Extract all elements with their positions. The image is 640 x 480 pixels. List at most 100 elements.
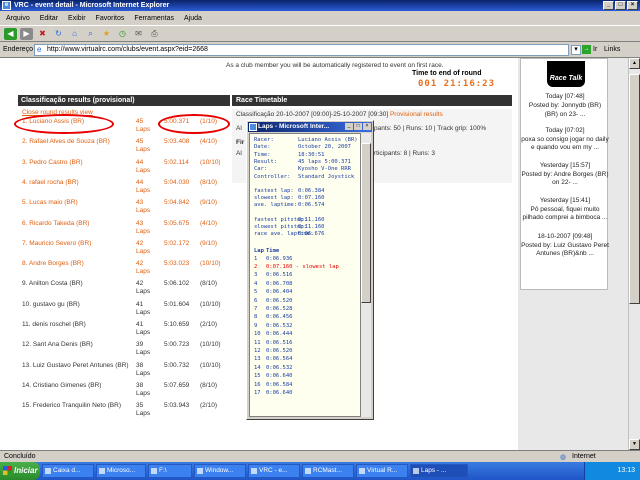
lap-number: 16 <box>254 381 261 388</box>
scroll-down-icon[interactable]: ▼ <box>629 439 640 450</box>
address-input[interactable]: e http://www.virtualrc.com/clubs/event.a… <box>34 44 569 56</box>
window-title: VRC - event detail - Microsoft Internet … <box>14 2 170 9</box>
racer-name[interactable]: 11. denis roschel (BR) <box>22 321 132 329</box>
racer-name[interactable]: 6. Ricardo Takeda (BR) <box>22 220 132 228</box>
lap-time: 0:06.640 <box>266 373 293 380</box>
taskbar-button[interactable]: Microso... <box>96 464 146 478</box>
racer-time[interactable]: 5:02.172 <box>164 240 189 248</box>
menu-favoritos[interactable]: Favoritos <box>96 15 125 22</box>
taskbar-button[interactable]: F:\ <box>148 464 192 478</box>
racer-name[interactable]: 5. Lucas maio (BR) <box>22 199 132 207</box>
racer-time[interactable]: 5:02.114 <box>164 159 189 167</box>
racer-time[interactable]: 5:03.943 <box>164 402 189 410</box>
racer-name[interactable]: 10. gustavo gu (BR) <box>22 301 132 309</box>
taskbar-button[interactable]: VRC - e... <box>248 464 300 478</box>
mail-icon[interactable]: ✉ <box>132 28 145 40</box>
racer-time[interactable]: 5:04.842 <box>164 199 189 207</box>
lap-number: 15 <box>254 373 261 380</box>
back-icon[interactable]: ◀ <box>4 27 17 40</box>
provisional-results-link[interactable]: Provisional results <box>390 111 443 118</box>
racer-name[interactable]: 14. Cristiano Gimenes (BR) <box>22 382 132 390</box>
laps-window-title: Laps - Microsoft Inter... <box>258 123 330 130</box>
taskbar-button[interactable]: Virtual R... <box>356 464 408 478</box>
lap-row: 2 0:07.160 - slowest lap <box>254 263 339 271</box>
page-icon: e <box>37 45 42 54</box>
pit-stat-key: race ave. laptime: <box>254 231 314 238</box>
laps-maximize-button[interactable]: □ <box>354 123 362 130</box>
laps-scrollbar[interactable] <box>361 133 371 417</box>
lap-time: 0:07.160 - slowest lap <box>266 264 339 270</box>
racer-time[interactable]: 5:03.023 <box>164 260 189 268</box>
racer-time[interactable]: 5:00.723 <box>164 341 189 349</box>
menu-ferramentas[interactable]: Ferramentas <box>134 15 174 22</box>
lap-row: 13 0:06.564 <box>254 355 293 363</box>
print-icon[interactable]: ⎙ <box>148 28 161 40</box>
racer-info-value: Kyosho V-One RRR <box>298 166 351 173</box>
post-time: Today [07:48] <box>545 93 585 100</box>
racer-time[interactable]: 5:10.659 <box>164 321 189 329</box>
racer-name[interactable]: 9. Anilton Costa (BR) <box>22 280 132 288</box>
racer-time[interactable]: 5:05.675 <box>164 220 189 228</box>
post-author[interactable]: Posted by: Luiz Gustavo Peret Antunes (B… <box>521 242 609 258</box>
task-label: VRC - e... <box>259 467 288 474</box>
racer-name[interactable]: 4. rafael rocha (BR) <box>22 179 132 187</box>
post-author[interactable]: Posted by: Jonnydb (BR) <box>521 102 609 110</box>
laps-close-button[interactable]: × <box>363 123 371 130</box>
racer-time[interactable]: 5:07.659 <box>164 382 189 390</box>
task-app-icon <box>99 468 105 474</box>
taskbar-button[interactable]: Window... <box>194 464 246 478</box>
racer-time[interactable]: 5:06.102 <box>164 280 189 288</box>
laps-minimize-button[interactable]: _ <box>345 123 353 130</box>
post-author[interactable]: Posted by: Andre Borges (BR) on 22- ... <box>521 171 609 187</box>
racer-time[interactable]: 5:04.030 <box>164 179 189 187</box>
racer-name[interactable]: 15. Frederico Tranquilin Neto (BR) <box>22 402 132 410</box>
links-button[interactable]: Links <box>604 44 620 56</box>
racer-time[interactable]: 5:01.604 <box>164 301 189 309</box>
racer-name[interactable]: 8. Andre Borges (BR) <box>22 260 132 268</box>
post-excerpt[interactable]: Pô pessoal, fiquei muito pilhado comprei… <box>521 206 609 222</box>
task-label: Laps - ... <box>421 467 447 474</box>
racer-time[interactable]: 5:00.732 <box>164 362 189 370</box>
racer-info: Result: 45 laps 5:00.371 <box>254 159 351 166</box>
taskbar-button[interactable]: Caixa d... <box>42 464 94 478</box>
pit-stat-value: 0:06.676 <box>298 231 325 238</box>
sidebar: Race Talk Today [07:48] Posted by: Jonny… <box>518 58 628 450</box>
start-button[interactable]: Iniciar <box>0 462 40 480</box>
menu-exibir[interactable]: Exibir <box>68 15 86 22</box>
laps-scroll-thumb[interactable] <box>361 143 371 303</box>
post-excerpt[interactable]: poxa so consigo jogar no daily e quando … <box>521 136 609 152</box>
refresh-icon[interactable]: ↻ <box>52 28 65 40</box>
racer-name[interactable]: 7. Mauricio Severo (BR) <box>22 240 132 248</box>
racer-time[interactable]: 5:03.408 <box>164 138 189 146</box>
maximize-button[interactable]: □ <box>615 1 626 10</box>
menu-arquivo[interactable]: Arquivo <box>6 15 30 22</box>
scroll-up-icon[interactable]: ▲ <box>629 58 640 69</box>
result-row: 13. Luiz Gustavo Peret Antunes (BR) 38 La… <box>22 362 230 382</box>
racer-name[interactable]: 2. Rafael Alves de Souza (BR) <box>22 138 132 146</box>
lap-row: 3 0:06.516 <box>254 271 293 279</box>
racer-name[interactable]: 13. Luiz Gustavo Peret Antunes (BR) <box>22 362 132 370</box>
taskbar-button[interactable]: RCMast... <box>302 464 354 478</box>
search-icon[interactable]: ⌕ <box>84 28 97 40</box>
taskbar-button[interactable]: Laps - ... <box>410 464 468 478</box>
racer-laps: 45 Laps <box>136 118 151 133</box>
close-button[interactable]: × <box>627 1 638 10</box>
menu-editar[interactable]: Editar <box>40 15 58 22</box>
history-icon[interactable]: ◷ <box>116 28 129 40</box>
favorites-icon[interactable]: ★ <box>100 28 113 40</box>
address-bar: Endereço e http://www.virtualrc.com/club… <box>0 42 640 58</box>
stop-icon[interactable]: ✖ <box>36 28 49 40</box>
task-label: Caixa d... <box>53 467 81 474</box>
scroll-thumb[interactable] <box>629 74 640 304</box>
go-button[interactable]: → Ir <box>582 44 597 56</box>
home-icon[interactable]: ⌂ <box>68 28 81 40</box>
racer-name[interactable]: 3. Pedro Castro (BR) <box>22 159 132 167</box>
post-excerpt[interactable]: (BR) on 23- ... <box>521 111 609 119</box>
forward-icon[interactable]: ▶ <box>20 27 33 40</box>
menu-ajuda[interactable]: Ajuda <box>184 15 202 22</box>
address-dropdown-icon[interactable]: ▾ <box>571 45 581 55</box>
racer-rank: (2/10) <box>200 402 217 410</box>
minimize-button[interactable]: _ <box>603 1 614 10</box>
racer-name[interactable]: 12. Sant Ana Denis (BR) <box>22 341 132 349</box>
page-scrollbar[interactable]: ▲ ▼ <box>628 58 640 450</box>
